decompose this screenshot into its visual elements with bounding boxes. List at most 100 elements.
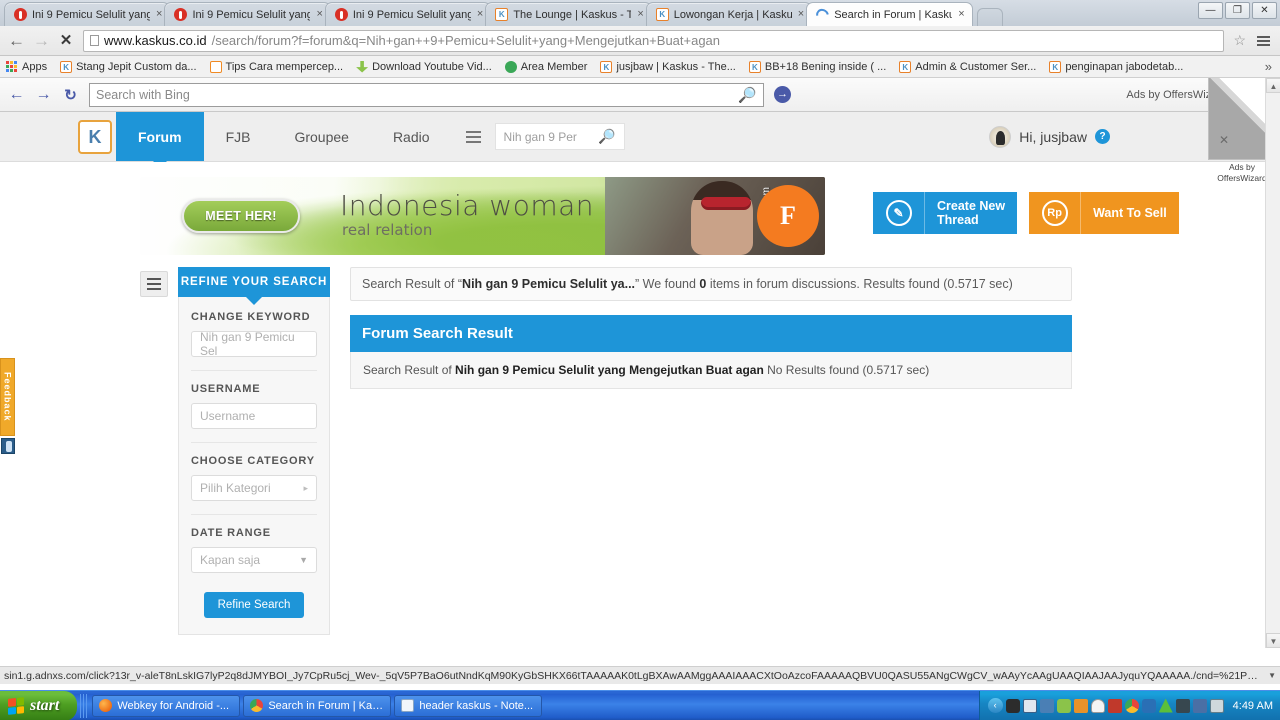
browser-tab[interactable]: Ini 9 Pemicu Selulit yang Men × [324, 2, 492, 26]
tab-close-icon[interactable]: × [315, 9, 323, 20]
want-to-sell-button[interactable]: Rp Want To Sell [1029, 192, 1179, 234]
taskbar-item[interactable]: Search in Forum | Kas... [243, 694, 392, 717]
tray-expand-icon[interactable]: ‹ [987, 698, 1003, 713]
bookmark-item[interactable]: Download Youtube Vid... [356, 60, 492, 73]
tab-close-icon[interactable]: × [155, 9, 163, 20]
bookmark-item[interactable]: Tips Cara mempercep... [209, 60, 343, 73]
battery-icon[interactable] [1022, 698, 1037, 713]
monitor-icon[interactable] [1209, 698, 1224, 713]
date-range-select[interactable]: Kapan saja ▼ [191, 547, 317, 573]
nav-item-groupee[interactable]: Groupee [272, 112, 370, 161]
magnifier-icon[interactable]: 🔍 [738, 86, 757, 104]
volume-icon[interactable] [1141, 698, 1156, 713]
bookmark-item[interactable]: K penginapan jabodetab... [1049, 60, 1183, 73]
tab-close-icon[interactable]: × [476, 9, 484, 20]
bookmark-apps[interactable]: Apps [6, 60, 47, 73]
kaskus-icon: K [748, 60, 761, 73]
bookmark-label: Area Member [520, 60, 588, 73]
close-button[interactable]: ✕ [1252, 2, 1277, 19]
meet-her-button[interactable]: MEET HER! [182, 199, 300, 233]
kaskus-logo[interactable]: K [78, 120, 112, 154]
mail-icon[interactable] [1073, 698, 1088, 713]
site-nav: Forum FJB Groupee Radio [116, 112, 452, 168]
scroll-up-icon[interactable]: ▲ [1266, 78, 1280, 93]
advertisement-banner[interactable]: MEET HER! Indonesia woman real relation … [140, 177, 825, 255]
create-new-thread-button[interactable]: ✎ Create New Thread [873, 192, 1018, 234]
browser-tab[interactable]: Ini 9 Pemicu Selulit yang Men × [164, 2, 331, 26]
new-tab-button[interactable] [976, 8, 1003, 26]
flirchi-logo-icon: F [757, 185, 819, 247]
bookmark-item[interactable]: K Stang Jepit Custom da... [60, 60, 197, 73]
tab-close-icon[interactable]: × [797, 9, 805, 20]
back-button[interactable]: ← [8, 32, 25, 49]
page-scrollbar[interactable]: ▲ ▼ [1265, 78, 1280, 648]
feedback-icon[interactable] [1, 438, 15, 454]
forum-search-result-title: Forum Search Result [350, 315, 1072, 352]
forward-button[interactable]: → [33, 32, 50, 49]
maximize-button[interactable]: ❐ [1225, 2, 1250, 19]
tab-close-icon[interactable]: × [636, 9, 644, 20]
taskbar-item-label: header kaskus - Note... [419, 699, 534, 712]
taskbar-item[interactable]: header kaskus - Note... [394, 694, 543, 717]
ati-icon[interactable] [1005, 698, 1020, 713]
bing-reload-icon[interactable]: ↻ [62, 86, 79, 104]
address-bar[interactable]: www.kaskus.co.id/search/forum?f=forum&q=… [83, 29, 1225, 52]
close-icon[interactable]: ✕ [1219, 133, 1229, 147]
hamburger-icon[interactable] [452, 112, 495, 161]
bing-search-input[interactable]: Search with Bing 🔍 [89, 82, 764, 107]
messenger-icon[interactable] [1107, 698, 1122, 713]
taskbar-grip [80, 693, 88, 718]
chrome-icon[interactable] [1124, 698, 1139, 713]
change-keyword-input[interactable]: Nih gan 9 Pemicu Sel [191, 330, 317, 358]
av-shield-icon[interactable] [1056, 698, 1071, 713]
bing-back-icon[interactable]: ← [8, 86, 25, 104]
bing-go-button[interactable]: → [774, 86, 791, 103]
wifi-icon[interactable] [1175, 698, 1190, 713]
help-icon[interactable]: ? [1095, 129, 1110, 144]
minimize-button[interactable]: — [1198, 2, 1223, 19]
bookmark-star-icon[interactable]: ☆ [1233, 32, 1246, 49]
bing-forward-icon[interactable]: → [35, 86, 52, 104]
stop-button[interactable]: ✕ [58, 33, 74, 48]
browser-tab[interactable]: K The Lounge | Kaskus - The L × [485, 2, 652, 26]
field-label: CHOOSE CATEGORY [191, 455, 315, 467]
bookmarks-overflow-icon[interactable]: » [1265, 59, 1274, 74]
bookmark-item[interactable]: Area Member [504, 60, 588, 73]
start-button[interactable]: start [0, 690, 78, 720]
chrome-menu-icon[interactable] [1255, 34, 1272, 48]
bookmark-label: BB+18 Bening inside ( ... [764, 60, 887, 73]
browser-tab[interactable]: Ini 9 Pemicu Selulit yang Men × [4, 2, 171, 26]
refine-search-button[interactable]: Refine Search [203, 592, 305, 618]
field-label: USERNAME [191, 383, 261, 395]
field-label: CHANGE KEYWORD [191, 311, 311, 323]
usb-icon[interactable] [1192, 698, 1207, 713]
banner-title: Indonesia woman [340, 189, 595, 222]
feedback-tab[interactable]: Feedback [0, 358, 15, 436]
category-select[interactable]: Pilih Kategori ▸ [191, 475, 317, 501]
chevron-down-icon[interactable]: ▼ [1264, 671, 1276, 680]
bell-icon[interactable] [1090, 698, 1105, 713]
bookmark-item[interactable]: K BB+18 Bening inside ( ... [748, 60, 887, 73]
scroll-down-icon[interactable]: ▼ [1266, 633, 1280, 648]
bookmark-item[interactable]: K Admin & Customer Ser... [899, 60, 1036, 73]
nav-item-radio[interactable]: Radio [371, 112, 452, 161]
warning-icon[interactable] [1158, 698, 1173, 713]
sidebar-toggle-icon[interactable] [140, 271, 168, 297]
bookmark-label: Stang Jepit Custom da... [76, 60, 197, 73]
taskbar-item[interactable]: Webkey for Android -... [92, 694, 241, 717]
opera-icon [334, 8, 348, 21]
network-icon[interactable] [1039, 698, 1054, 713]
search-area: REFINE YOUR SEARCH CHANGE KEYWORD Nih ga… [0, 255, 1280, 635]
tab-close-icon[interactable]: × [957, 9, 965, 20]
magnifier-icon[interactable]: 🔍 [598, 128, 615, 145]
site-search-input[interactable]: Nih gan 9 Per 🔍 [494, 123, 625, 150]
username-input[interactable]: Username [191, 403, 317, 429]
nav-item-forum[interactable]: Forum [116, 112, 204, 168]
chrome-icon [250, 699, 264, 712]
clock[interactable]: 4:49 AM [1227, 700, 1273, 712]
browser-tab[interactable]: K Lowongan Kerja | Kaskus - T × [645, 2, 813, 26]
nav-item-fjb[interactable]: FJB [204, 112, 273, 161]
bookmark-item[interactable]: K jusjbaw | Kaskus - The... [600, 60, 736, 73]
detail-suffix: No Results found (0.5717 sec) [763, 363, 930, 377]
browser-tab-active[interactable]: Search in Forum | Kaskus - T × [806, 2, 973, 26]
